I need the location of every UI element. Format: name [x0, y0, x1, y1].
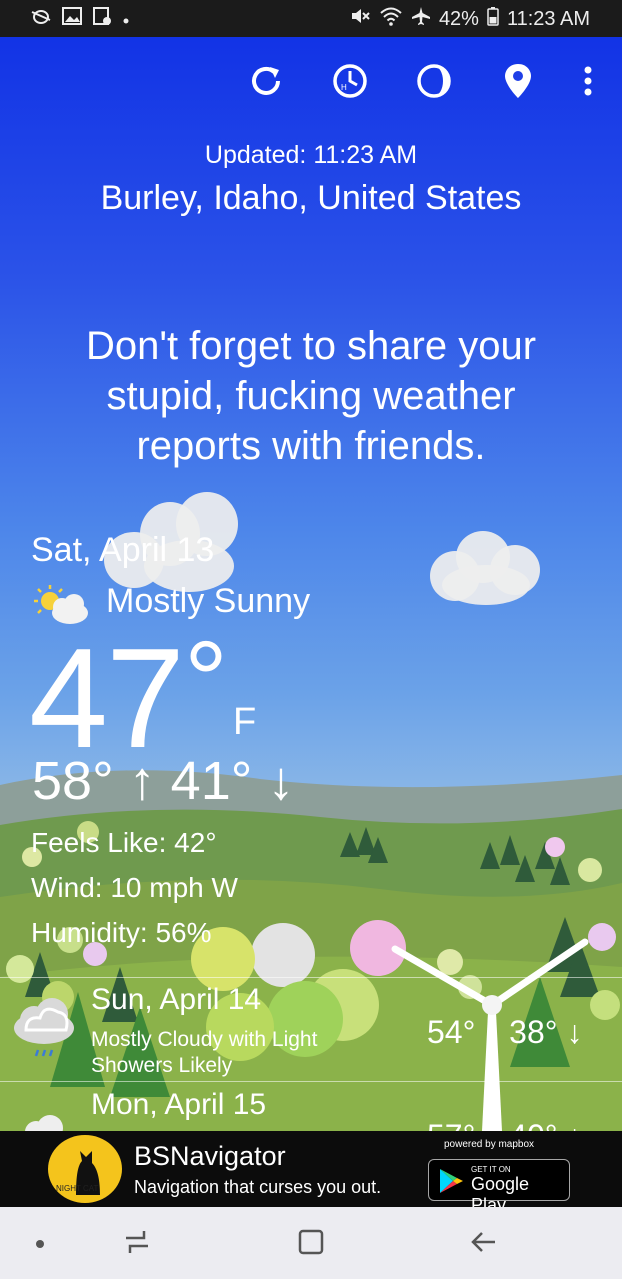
back-button-icon[interactable] [468, 1227, 498, 1262]
messenger-icon [30, 6, 52, 32]
screenshot-icon [92, 6, 112, 32]
moon-phase-icon[interactable] [414, 61, 454, 101]
ad-title: BSNavigator [134, 1141, 286, 1171]
ad-subtitle: Navigation that curses you out. [134, 1177, 382, 1197]
battery-percent: 42% [438, 7, 479, 30]
ad-banner[interactable]: NIGHT CAT BSNavigator Navigation that cu… [0, 1131, 622, 1215]
updated-time: Updated: 11:23 AM [204, 141, 418, 169]
degree-symbol: ° [184, 619, 228, 742]
high-low-temperature: 58° ↑ 41° ↓ [32, 751, 295, 811]
sky-cloud [430, 531, 540, 609]
weather-screen: H Updated: 11:23 AM Burley, Idaho, Unite… [0, 37, 622, 1131]
temperature-unit[interactable]: F [233, 701, 256, 744]
tagline: Don't forget to share your stupid, fucki… [85, 324, 537, 468]
night-cat-logo: NIGHT CAT [48, 1135, 122, 1203]
location-name[interactable]: Burley, Idaho, United States [0, 179, 622, 218]
google-play-button[interactable]: GET IT ON Google Play [428, 1159, 570, 1215]
logo-text: NIGHT CAT [56, 1184, 98, 1193]
current-date: Sat, April 13 [31, 531, 215, 569]
navigation-bar [0, 1207, 622, 1279]
status-bar: 42% 11:23 AM [0, 0, 622, 37]
feels-like: Feels Like: 42° [31, 827, 217, 858]
forecast-day: Mon, April 15 [91, 1088, 267, 1121]
hourly-forecast-icon[interactable]: H [330, 61, 370, 101]
svg-text:H: H [341, 83, 347, 92]
current-condition: Mostly Sunny [106, 582, 311, 620]
battery-icon [487, 6, 499, 32]
airplane-mode-icon [411, 6, 431, 32]
forecast-day: Sun, April 14 [91, 983, 262, 1016]
humidity: Humidity: 56% [31, 917, 212, 948]
forecast-temps: 54° ↑ 38° ↓ [427, 1014, 583, 1050]
forecast-row[interactable]: Sun, April 14 Mostly Cloudy with Light S… [0, 978, 622, 1080]
forecast-row[interactable]: Mon, April 15 57° ↑ 40° ↓ [0, 1082, 622, 1131]
nav-dot-icon[interactable] [34, 1237, 46, 1255]
wind-speed: Wind: 10 mph W [31, 872, 238, 903]
refresh-icon[interactable] [246, 61, 286, 101]
notification-dot-icon [122, 8, 130, 31]
overflow-menu-icon[interactable] [570, 61, 606, 101]
mute-icon [349, 6, 371, 32]
powered-by-label: powered by mapbox [444, 1139, 535, 1150]
location-pin-icon[interactable] [498, 61, 538, 101]
play-get-it-on: GET IT ON [471, 1165, 511, 1174]
cloud-icon [12, 1110, 74, 1131]
google-play-icon [437, 1167, 465, 1200]
cloud-rain-icon [8, 990, 80, 1062]
recent-apps-icon[interactable] [122, 1227, 152, 1262]
home-button-icon[interactable] [296, 1227, 326, 1262]
clock-time: 11:23 AM [506, 7, 590, 30]
gallery-icon [62, 6, 82, 32]
wifi-icon [379, 6, 403, 32]
forecast-temps: 57° ↑ 40° ↓ [427, 1118, 582, 1131]
forecast-description: Mostly Cloudy with Light Showers Likely [91, 1028, 318, 1077]
